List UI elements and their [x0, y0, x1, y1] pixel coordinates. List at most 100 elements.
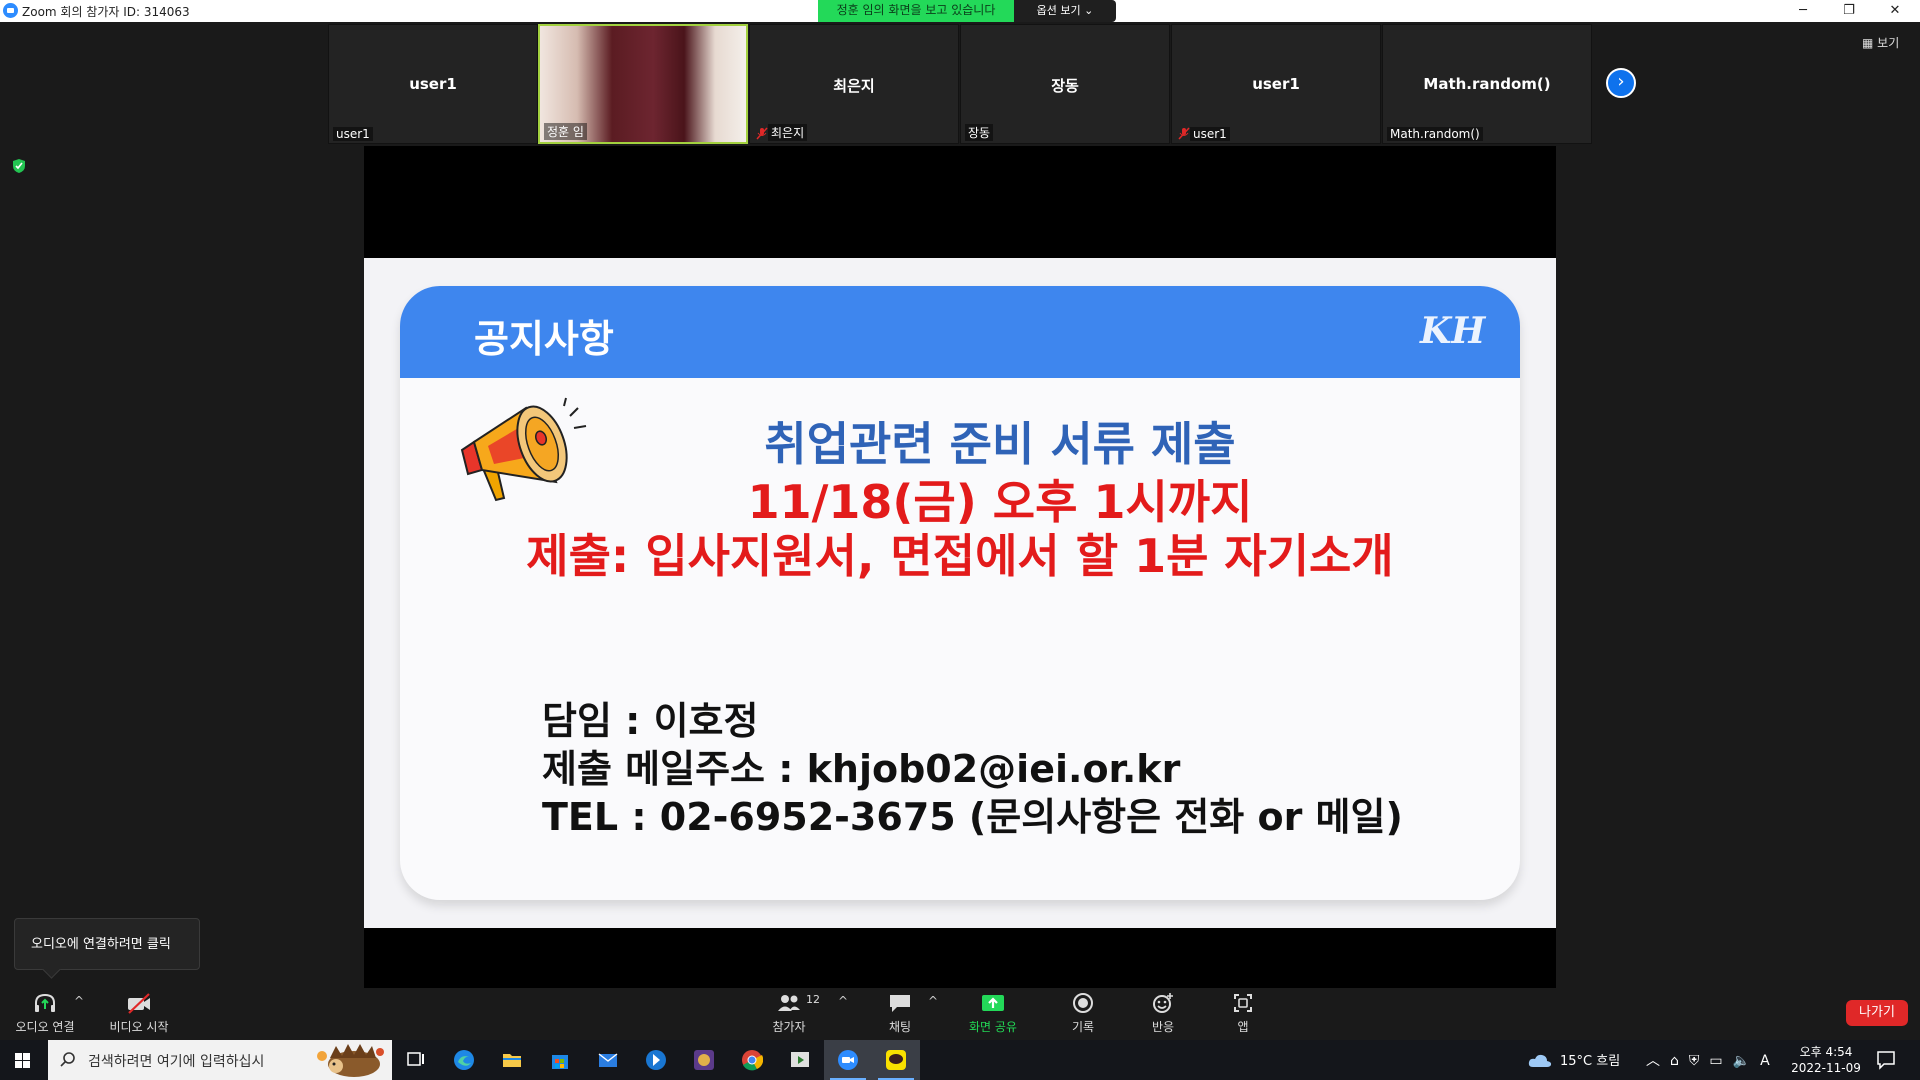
participant-label: user1 [1190, 127, 1230, 141]
chrome-icon [742, 1050, 763, 1071]
record-button[interactable]: 기록 [1038, 990, 1128, 1034]
audio-connect-tooltip: 오디오에 연결하려면 클릭 [14, 918, 200, 970]
zoom-icon [838, 1050, 858, 1070]
mail-icon [598, 1053, 618, 1067]
share-screen-icon [982, 995, 1004, 1011]
notice-title: 공지사항 [474, 317, 614, 361]
view-button-label: 보기 [1877, 36, 1900, 50]
taskbar-app-media[interactable] [776, 1040, 824, 1080]
mic-muted-icon [1178, 127, 1190, 140]
participant-name: 장동 [1051, 77, 1079, 95]
mic-muted-icon [756, 127, 768, 140]
chat-label: 채팅 [888, 1020, 912, 1034]
taskbar-app-kakaotalk[interactable] [872, 1040, 920, 1080]
notification-icon[interactable] [1874, 1048, 1898, 1072]
share-screen-label: 화면 공유 [969, 1020, 1017, 1034]
clock-time[interactable]: 오후 4:54 [1798, 1043, 1854, 1060]
participant-name: Math.random() [1423, 75, 1551, 93]
leave-meeting-button[interactable]: 나가기 [1846, 1000, 1908, 1026]
taskbar-app-mail[interactable] [584, 1040, 632, 1080]
taskbar-app-file-explorer[interactable] [488, 1040, 536, 1080]
game-icon [694, 1050, 714, 1070]
defender-icon[interactable]: ⛨ [1689, 1053, 1710, 1069]
windows-start-icon[interactable] [0, 1040, 46, 1080]
ime-indicator[interactable]: A [1760, 1053, 1780, 1069]
participant-tile[interactable]: user1 user1 [328, 24, 538, 144]
start-video-button[interactable]: 비디오 시작 [94, 990, 184, 1034]
volume-icon[interactable]: 🔈 [1733, 1053, 1760, 1069]
submission-email: 제출 메일주소 : khjob02@iei.or.kr [542, 747, 1181, 791]
window-title: Zoom 회의 참가자 ID: 314063 [22, 5, 190, 19]
notice-card: 공지사항 KH 취업관련 준비 서류 제출 11/18(금) 오후 1시까지 제… [400, 286, 1520, 900]
participant-tile[interactable]: user1 user1 [1171, 24, 1381, 144]
audio-connect-label: 오디오 연결 [15, 1020, 75, 1034]
reactions-button[interactable]: 반응 [1118, 990, 1208, 1034]
participant-label: 정훈 임 [544, 123, 587, 140]
notice-headline: 취업관련 준비 서류 제출 [764, 417, 1236, 471]
taskbar-app-pinned[interactable] [632, 1040, 680, 1080]
taskbar-search-box[interactable]: 검색하려면 여기에 입력하십시 [48, 1040, 392, 1080]
folder-icon [503, 1054, 521, 1067]
record-label: 기록 [1071, 1020, 1095, 1034]
record-icon [1073, 993, 1093, 1013]
kh-logo: KH [1420, 310, 1486, 352]
participant-tile[interactable]: 최은지 최은지 [749, 24, 959, 144]
participant-count: 12 [806, 993, 820, 1006]
emoji-icon [1153, 993, 1173, 1013]
reactions-label: 반응 [1151, 1020, 1175, 1034]
taskbar-app-zoom[interactable] [824, 1040, 872, 1080]
grid-icon: ▦ [1862, 36, 1878, 50]
search-icon [60, 1052, 75, 1067]
participant-tile[interactable]: 장동 장동 [960, 24, 1170, 144]
close-button[interactable]: ✕ [1872, 0, 1918, 22]
participants-button[interactable]: 참가자 [744, 990, 834, 1034]
cloud-icon [1528, 1054, 1552, 1067]
start-video-label: 비디오 시작 [109, 1020, 169, 1034]
task-view-icon [407, 1052, 424, 1066]
video-off-icon [128, 993, 150, 1014]
view-button[interactable]: ▦ 보기 [1862, 34, 1899, 51]
meet-now-icon[interactable]: ⌂ [1670, 1053, 1689, 1069]
participant-tile[interactable]: Math.random() Math.random() [1382, 24, 1592, 144]
notice-documents: 제출: 입사지원서, 면접에서 할 1분 자기소개 [526, 529, 1394, 583]
taskbar-app-game[interactable] [680, 1040, 728, 1080]
participants-options-caret[interactable]: ^ [838, 994, 848, 1008]
participant-name: user1 [409, 75, 457, 93]
participant-label: 최은지 [768, 124, 808, 141]
restore-button[interactable]: ❐ [1826, 0, 1872, 22]
chevron-up-icon[interactable]: ︿ [1646, 1053, 1670, 1069]
edge-icon [454, 1050, 474, 1070]
next-page-button[interactable]: › [1606, 68, 1636, 98]
weather-widget[interactable]: 15°C 흐림 [1560, 1050, 1620, 1069]
system-tray[interactable]: ︿⌂⛨▭🔈A [1646, 1050, 1780, 1070]
share-screen-button[interactable]: 화면 공유 [948, 990, 1038, 1034]
participant-name: user1 [1252, 75, 1300, 93]
search-placeholder: 검색하려면 여기에 입력하십시 [88, 1054, 265, 1070]
participant-video-tile[interactable]: 정훈 임 [538, 24, 748, 144]
chat-options-caret[interactable]: ^ [928, 994, 938, 1008]
kakaotalk-icon [886, 1050, 906, 1070]
minimize-button[interactable]: ─ [1780, 0, 1826, 22]
zoom-app-icon [3, 3, 18, 18]
search-highlight-hedgehog-icon [317, 1044, 384, 1077]
network-icon[interactable]: ▭ [1709, 1053, 1732, 1069]
participant-name: 최은지 [833, 77, 875, 95]
participant-label: user1 [333, 127, 373, 141]
apps-button[interactable]: 앱 [1198, 990, 1288, 1034]
taskbar-app-edge[interactable] [440, 1040, 488, 1080]
media-player-icon [791, 1052, 809, 1067]
audio-options-caret[interactable]: ^ [74, 994, 84, 1008]
clock-date[interactable]: 2022-11-09 [1790, 1061, 1862, 1075]
apps-label: 앱 [1237, 1020, 1249, 1034]
apps-icon [1234, 994, 1252, 1012]
chevron-right-icon: › [1617, 71, 1625, 92]
task-view-button[interactable] [392, 1040, 440, 1080]
taskbar-app-chrome[interactable] [728, 1040, 776, 1080]
store-icon [552, 1055, 568, 1069]
view-options-button[interactable]: 옵션 보기 ⌄ [1014, 0, 1116, 22]
screen-share-banner: 정훈 임의 화면을 보고 있습니다 [818, 0, 1014, 22]
taskbar-app-store[interactable] [536, 1040, 584, 1080]
encryption-shield-icon[interactable] [12, 158, 26, 174]
chat-icon [890, 995, 910, 1012]
participant-label: 장동 [965, 124, 994, 141]
